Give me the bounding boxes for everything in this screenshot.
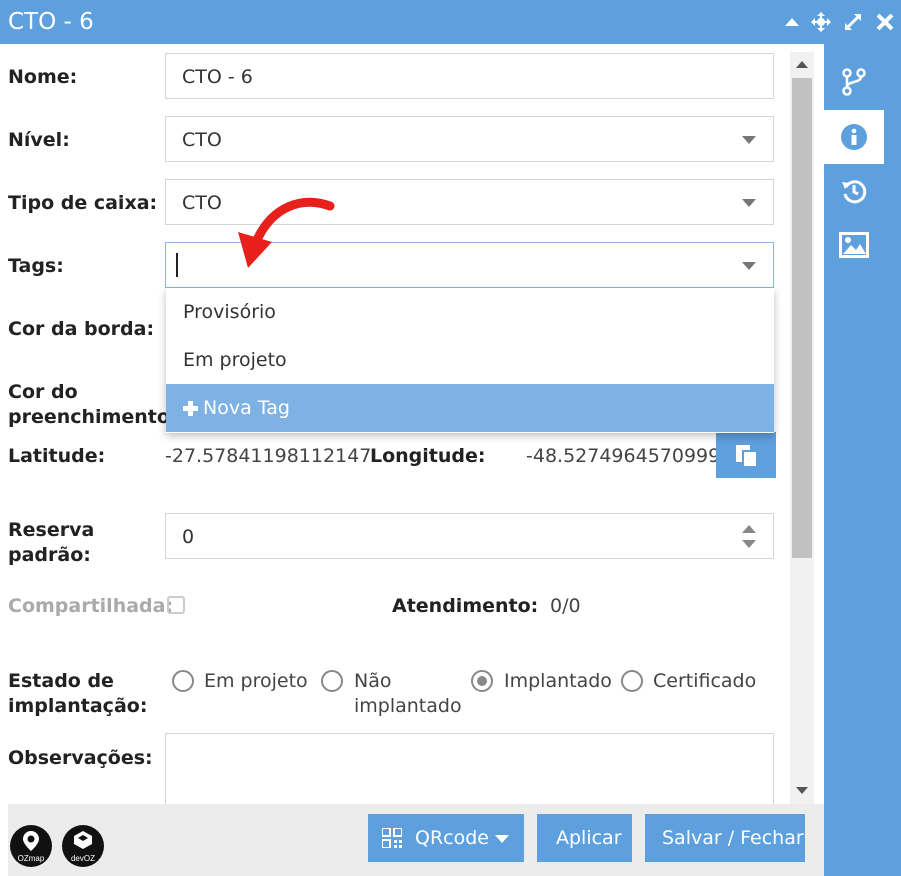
radio-em-projeto[interactable] xyxy=(172,670,194,692)
cor-borda-label: Cor da borda: xyxy=(8,318,155,340)
reserva-number-input[interactable]: 0 xyxy=(165,513,774,559)
radio-em-projeto-label: Em projeto xyxy=(204,670,308,692)
qrcode-button[interactable]: QRcode xyxy=(368,814,524,862)
sidebar-item-history[interactable] xyxy=(824,164,884,218)
cube-icon xyxy=(74,831,92,849)
ozmap-logo-text: OZmap xyxy=(17,854,45,863)
window-titlebar: CTO - 6 xyxy=(0,0,901,44)
radio-certificado-label: Certificado xyxy=(653,670,757,692)
caret-up-icon[interactable] xyxy=(782,12,802,32)
radio-nao-implantado-label-2: implantado xyxy=(354,695,462,717)
reserva-value: 0 xyxy=(182,526,195,548)
chevron-down-icon xyxy=(495,835,509,843)
cor-preenchimento-label-2: preenchimento: xyxy=(8,406,178,428)
radio-certificado[interactable] xyxy=(621,670,643,692)
dropdown-item-nova-tag[interactable]: Nova Tag xyxy=(166,384,774,432)
save-close-button-label: Salvar / Fechar xyxy=(662,827,804,849)
form-scrollbar[interactable] xyxy=(790,52,814,804)
scroll-down-icon[interactable] xyxy=(796,787,808,794)
chevron-down-icon xyxy=(742,199,756,207)
plus-icon xyxy=(183,401,198,416)
tipo-caixa-value: CTO xyxy=(182,192,222,214)
decrement-icon[interactable] xyxy=(742,540,756,548)
dropdown-item-label: Em projeto xyxy=(183,349,287,371)
estado-label-1: Estado de xyxy=(8,670,114,692)
chevron-down-icon xyxy=(742,136,756,144)
qrcode-icon xyxy=(382,828,402,848)
longitude-value: -48.52749645709992 xyxy=(526,445,716,467)
image-icon xyxy=(839,232,869,258)
latitude-label: Latitude: xyxy=(8,445,106,467)
estado-label-2: implantação: xyxy=(8,695,148,717)
window-title: CTO - 6 xyxy=(8,9,94,35)
compartilhada-label: Compartilhada: xyxy=(8,595,174,617)
latitude-value: -27.57841198112147 xyxy=(165,445,372,467)
devoz-logo: devOZ xyxy=(62,825,104,867)
expand-icon[interactable] xyxy=(843,12,863,32)
annotation-arrow-icon xyxy=(238,197,335,268)
nome-field[interactable]: CTO - 6 xyxy=(165,53,774,99)
info-icon xyxy=(841,124,867,150)
branch-icon xyxy=(842,68,866,96)
right-sidebar xyxy=(824,44,901,876)
footer-bar: OZmap devOZ QRcode Aplicar Salvar / Fech… xyxy=(8,804,824,876)
tags-label: Tags: xyxy=(8,255,64,277)
dropdown-item-em-projeto[interactable]: Em projeto xyxy=(166,336,774,384)
chevron-down-icon xyxy=(742,262,756,270)
sidebar-item-image[interactable] xyxy=(824,218,884,272)
observacoes-textarea[interactable] xyxy=(165,733,774,813)
increment-icon[interactable] xyxy=(742,525,756,533)
radio-nao-implantado-label-1: Não xyxy=(354,670,392,692)
apply-button-label: Aplicar xyxy=(556,827,622,849)
sidebar-item-info[interactable] xyxy=(824,110,884,164)
tags-dropdown: Provisório Em projeto Nova Tag xyxy=(166,288,774,433)
cor-preenchimento-label-1: Cor do xyxy=(8,381,78,403)
close-icon[interactable] xyxy=(875,12,895,32)
nome-label: Nome: xyxy=(8,66,78,88)
atendimento-label: Atendimento: xyxy=(392,595,539,617)
reserva-label-1: Reserva xyxy=(8,519,95,541)
longitude-label: Longitude: xyxy=(370,445,486,467)
dropdown-item-label: Provisório xyxy=(183,301,276,323)
copy-icon xyxy=(736,445,758,468)
ozmap-logo: OZmap xyxy=(10,825,52,867)
history-icon xyxy=(842,180,867,204)
map-pin-icon xyxy=(23,831,39,851)
copy-coordinates-button[interactable] xyxy=(716,432,776,478)
scrollbar-thumb[interactable] xyxy=(792,78,812,558)
nivel-label: Nível: xyxy=(8,129,70,151)
observacoes-label: Observações: xyxy=(8,747,153,769)
reserva-label-2: padrão: xyxy=(8,544,91,566)
apply-button[interactable]: Aplicar xyxy=(537,814,632,862)
nivel-value: CTO xyxy=(182,129,222,151)
dropdown-item-provisorio[interactable]: Provisório xyxy=(166,288,774,336)
qrcode-button-label: QRcode xyxy=(415,827,489,849)
devoz-logo-text: devOZ xyxy=(70,854,95,863)
radio-implantado-label: Implantado xyxy=(504,670,612,692)
dropdown-item-label: Nova Tag xyxy=(203,397,290,419)
nome-value: CTO - 6 xyxy=(182,66,253,88)
save-close-button[interactable]: Salvar / Fechar xyxy=(645,814,805,862)
move-icon[interactable] xyxy=(811,12,831,32)
compartilhada-checkbox[interactable] xyxy=(167,596,185,614)
scroll-up-icon[interactable] xyxy=(796,61,808,68)
atendimento-value: 0/0 xyxy=(550,595,581,617)
nivel-select[interactable]: CTO xyxy=(165,116,774,162)
sidebar-item-connections[interactable] xyxy=(824,55,884,109)
text-cursor xyxy=(176,253,178,277)
radio-implantado[interactable] xyxy=(471,670,493,692)
radio-nao-implantado[interactable] xyxy=(321,670,343,692)
tipo-caixa-label: Tipo de caixa: xyxy=(8,192,158,214)
